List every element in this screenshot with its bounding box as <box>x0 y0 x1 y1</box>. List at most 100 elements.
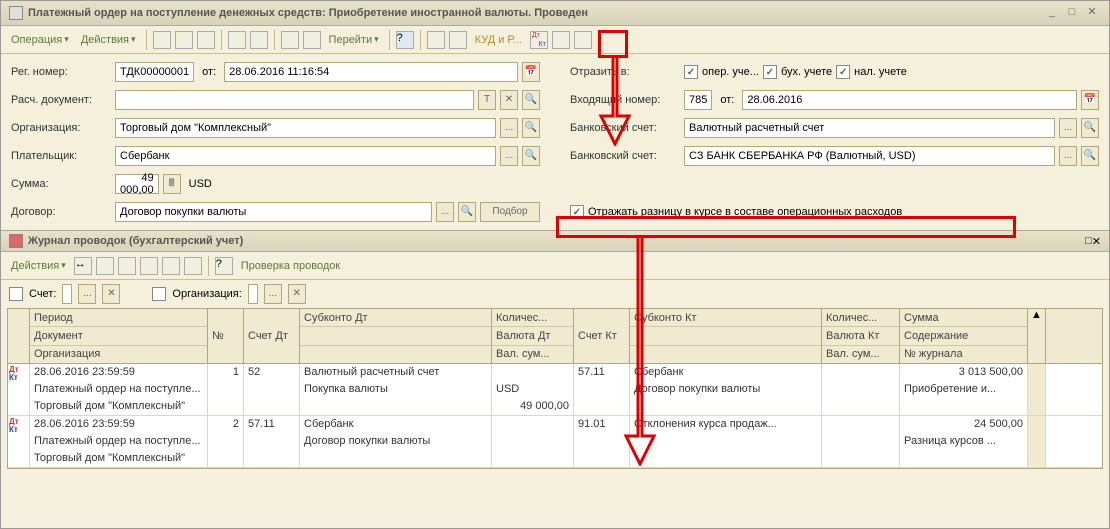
select-icon[interactable]: ... <box>1059 146 1077 166</box>
separator <box>389 30 390 50</box>
reflect-diff-label: Отражать разницу в курсе в составе опера… <box>588 206 902 218</box>
vkh-date-input[interactable]: 28.06.2016 <box>742 90 1077 110</box>
vkh-number-input[interactable]: 785 <box>684 90 712 110</box>
tool-icon[interactable] <box>574 31 592 49</box>
tool-icon[interactable] <box>427 31 445 49</box>
oper-uchet-checkbox[interactable] <box>684 65 698 79</box>
minimize-button[interactable]: _ <box>1043 5 1061 21</box>
journal-actions-menu[interactable]: Действия▾ <box>7 258 70 274</box>
col-num[interactable]: № <box>208 309 243 363</box>
tool-icon[interactable] <box>228 31 246 49</box>
search-icon[interactable]: 🔍 <box>1081 146 1099 166</box>
dogovor-input[interactable]: Договор покупки валюты <box>115 202 432 222</box>
col-acct-dt[interactable]: Счет Дт <box>244 309 299 363</box>
col-jnum[interactable]: № журнала <box>900 346 1027 363</box>
journal-toolbar: Действия▾ ↔ ? Проверка проводок <box>1 252 1109 280</box>
scroll-up[interactable]: ▲ <box>1028 309 1046 363</box>
tool-icon[interactable] <box>197 31 215 49</box>
close-button[interactable]: ✕ <box>1083 5 1101 21</box>
payer-input[interactable]: Сбербанк <box>115 146 496 166</box>
table-row[interactable]: ДтКт 28.06.2016 23:59:59 Платежный ордер… <box>8 364 1102 416</box>
table-row[interactable]: ДтКт 28.06.2016 23:59:59 Платежный ордер… <box>8 416 1102 468</box>
vkh-number-label: Входящий номер: <box>570 94 680 106</box>
rasch-doc-input[interactable] <box>115 90 474 110</box>
col-val-dt[interactable]: Валюта Дт <box>492 327 573 345</box>
col-period[interactable]: Период <box>30 309 207 327</box>
filter-org-input[interactable] <box>248 284 258 304</box>
clear-icon[interactable]: ✕ <box>288 284 306 304</box>
select-icon[interactable]: ... <box>1059 118 1077 138</box>
bank2-input[interactable]: СЗ БАНК СБЕРБАНКА РФ (Валютный, USD) <box>684 146 1055 166</box>
text-icon[interactable]: T <box>478 90 496 110</box>
rasch-doc-label: Расч. документ: <box>11 94 111 106</box>
journal-icon <box>9 234 23 248</box>
help-icon[interactable]: ? <box>215 257 233 275</box>
select-icon[interactable]: ... <box>500 146 518 166</box>
reflect-diff-checkbox[interactable] <box>570 205 584 219</box>
bukh-uchet-checkbox[interactable] <box>763 65 777 79</box>
actions-menu[interactable]: Действия▾ <box>77 32 140 48</box>
operation-menu[interactable]: Операция▾ <box>7 32 73 48</box>
filter-org-checkbox[interactable] <box>152 287 166 301</box>
maximize-button[interactable]: □ <box>1063 5 1081 21</box>
nal-uchet-label: нал. учете <box>854 66 907 78</box>
nal-uchet-checkbox[interactable] <box>836 65 850 79</box>
filter-acct-input[interactable] <box>62 284 72 304</box>
journal-maximize[interactable]: □ <box>1085 235 1092 247</box>
col-qty-kt[interactable]: Количес... <box>822 309 899 327</box>
search-icon[interactable]: 🔍 <box>522 146 540 166</box>
tool-icon[interactable] <box>96 257 114 275</box>
bank1-input[interactable]: Валютный расчетный счет <box>684 118 1055 138</box>
help-icon[interactable]: ? <box>396 31 414 49</box>
tool-icon[interactable] <box>281 31 299 49</box>
tool-icon[interactable] <box>449 31 467 49</box>
kud-button[interactable]: КУД и Р... <box>471 32 526 48</box>
tool-icon[interactable] <box>175 31 193 49</box>
clear-icon[interactable]: ✕ <box>102 284 120 304</box>
col-subk-kt[interactable]: Субконто Кт <box>630 309 821 327</box>
search-icon[interactable]: 🔍 <box>458 202 476 222</box>
journal-close[interactable]: ✕ <box>1092 235 1101 248</box>
search-icon[interactable]: 🔍 <box>1081 118 1099 138</box>
calendar-icon[interactable]: 📅 <box>1081 90 1099 110</box>
podbor-button[interactable]: Подбор <box>480 202 540 222</box>
check-entries-button[interactable]: Проверка проводок <box>237 258 344 274</box>
calc-icon[interactable]: 🖩 <box>163 174 181 194</box>
tool-icon[interactable] <box>303 31 321 49</box>
col-content[interactable]: Содержание <box>900 327 1027 345</box>
dtkt-icon[interactable]: ДтКт <box>530 31 548 49</box>
col-val-kt[interactable]: Валюта Кт <box>822 327 899 345</box>
col-valsum-dt[interactable]: Вал. сум... <box>492 346 573 363</box>
tool-icon[interactable] <box>118 257 136 275</box>
col-sum[interactable]: Сумма <box>900 309 1027 327</box>
select-icon[interactable]: ... <box>78 284 96 304</box>
col-qty-dt[interactable]: Количес... <box>492 309 573 327</box>
col-org[interactable]: Организация <box>30 346 207 363</box>
tool-icon[interactable] <box>250 31 268 49</box>
search-icon[interactable]: 🔍 <box>522 118 540 138</box>
journal-grid: Период Документ Организация № Счет Дт Су… <box>7 308 1103 469</box>
col-valsum-kt[interactable]: Вал. сум... <box>822 346 899 363</box>
calendar-icon[interactable]: 📅 <box>522 62 540 82</box>
refresh-icon[interactable]: ↔ <box>74 257 92 275</box>
goto-menu[interactable]: Перейти▾ <box>325 32 383 48</box>
reg-number-label: Рег. номер: <box>11 66 111 78</box>
clear-icon[interactable]: ✕ <box>500 90 518 110</box>
dtkt-nal-icon[interactable] <box>552 31 570 49</box>
col-acct-kt[interactable]: Счет Кт <box>574 309 629 363</box>
sum-input[interactable]: 49 000,00 <box>115 174 159 194</box>
reg-date-input[interactable]: 28.06.2016 11:16:54 <box>224 62 518 82</box>
tool-icon[interactable] <box>140 257 158 275</box>
search-icon[interactable]: 🔍 <box>522 90 540 110</box>
filter-acct-checkbox[interactable] <box>9 287 23 301</box>
tool-icon[interactable] <box>153 31 171 49</box>
org-input[interactable]: Торговый дом "Комплексный" <box>115 118 496 138</box>
col-doc[interactable]: Документ <box>30 327 207 345</box>
select-icon[interactable]: ... <box>264 284 282 304</box>
tool-icon[interactable] <box>162 257 180 275</box>
select-icon[interactable]: ... <box>436 202 454 222</box>
tool-icon[interactable] <box>184 257 202 275</box>
reg-number-input[interactable]: ТДК00000001 <box>115 62 194 82</box>
select-icon[interactable]: ... <box>500 118 518 138</box>
col-subk-dt[interactable]: Субконто Дт <box>300 309 491 327</box>
